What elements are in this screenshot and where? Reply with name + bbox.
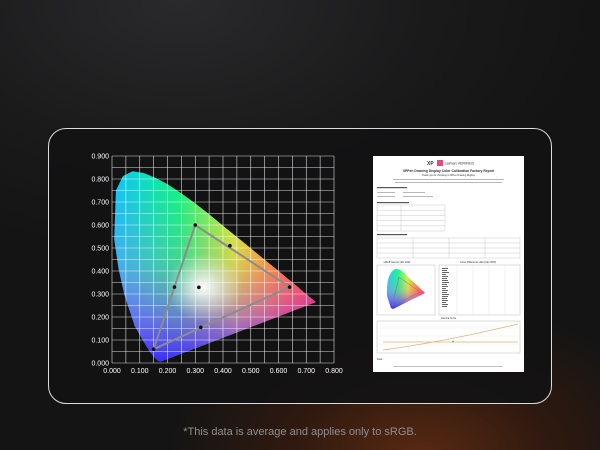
report-note-label: Note bbox=[377, 357, 383, 361]
y-tick-label: 0.300 bbox=[91, 292, 109, 299]
data-point-0 bbox=[287, 285, 292, 289]
x-tick-label: 0.000 bbox=[103, 368, 121, 375]
data-point-5 bbox=[199, 325, 203, 330]
x-tick-label: 0.800 bbox=[325, 368, 343, 375]
x-tick-label: 0.700 bbox=[297, 368, 315, 375]
x-tick-label: 0.400 bbox=[214, 368, 232, 375]
report-section-heading bbox=[377, 234, 407, 236]
report-results-table bbox=[376, 237, 521, 259]
report-footer-line bbox=[393, 366, 503, 367]
calman-logo-icon bbox=[437, 160, 443, 166]
report-de-title: Color Difference ΔE (CIE 2000) bbox=[460, 260, 496, 264]
report-mini-cie-chart bbox=[376, 264, 436, 316]
report-subtitle: Thank you for choosing a XPPen Drawing D… bbox=[422, 174, 476, 177]
x-axis-ticks: 0.000 0.100 0.200 0.300 0.400 0.500 0.600 0.700… bbox=[103, 368, 343, 375]
report-logo-xp: XP bbox=[427, 161, 434, 167]
cie-chart-svg: 0.000 0.100 0.200 0.300 0.400 0.500 0.600 0.700… bbox=[91, 154, 343, 376]
y-tick-label: 0.200 bbox=[91, 315, 109, 322]
y-tick-label: 0.000 bbox=[91, 361, 109, 368]
report-mini-de-chart bbox=[438, 264, 521, 316]
y-tick-label: 0.500 bbox=[91, 246, 109, 253]
data-point-1 bbox=[193, 223, 198, 227]
report-cie-title: sRGB Gamut CIE 1931 bbox=[384, 260, 412, 264]
report-gamma-chart bbox=[376, 320, 521, 354]
y-tick-label: 0.100 bbox=[91, 338, 109, 345]
y-tick-label: 0.700 bbox=[91, 200, 109, 207]
y-tick-label: 0.400 bbox=[91, 269, 109, 276]
x-tick-label: 0.500 bbox=[242, 368, 260, 375]
report-gamma-title: Gamma Curve bbox=[441, 317, 457, 320]
x-tick-label: 0.200 bbox=[159, 368, 177, 375]
y-axis-ticks: 0.000 0.100 0.200 0.300 0.400 0.500 0.600 0.700… bbox=[91, 154, 109, 368]
y-tick-label: 0.600 bbox=[91, 223, 109, 230]
report-title: XPPen Drawing Display Color Calibration … bbox=[403, 169, 495, 173]
data-point-2 bbox=[151, 347, 156, 351]
cie-chromaticity-chart: 0.000 0.100 0.200 0.300 0.400 0.500 0.600 0.700… bbox=[84, 148, 344, 380]
y-tick-label: 0.900 bbox=[91, 154, 109, 161]
calibration-report-document: XP calman VERIFIED XPPen Drawing Display… bbox=[373, 156, 524, 372]
data-point-4 bbox=[228, 243, 232, 248]
report-page-svg: XP calman VERIFIED XPPen Drawing Display… bbox=[376, 160, 521, 367]
x-tick-label: 0.100 bbox=[131, 368, 149, 375]
footnote: *This data is average and applies only t… bbox=[183, 426, 417, 438]
data-point-6 bbox=[197, 285, 201, 290]
x-tick-label: 0.600 bbox=[270, 368, 288, 375]
x-tick-label: 0.300 bbox=[186, 368, 204, 375]
report-logo-calman: calman VERIFIED bbox=[445, 162, 475, 166]
y-tick-label: 0.800 bbox=[91, 177, 109, 184]
data-point-3 bbox=[172, 285, 177, 289]
report-text-lines bbox=[377, 179, 504, 204]
report-measurement-table bbox=[376, 204, 446, 232]
